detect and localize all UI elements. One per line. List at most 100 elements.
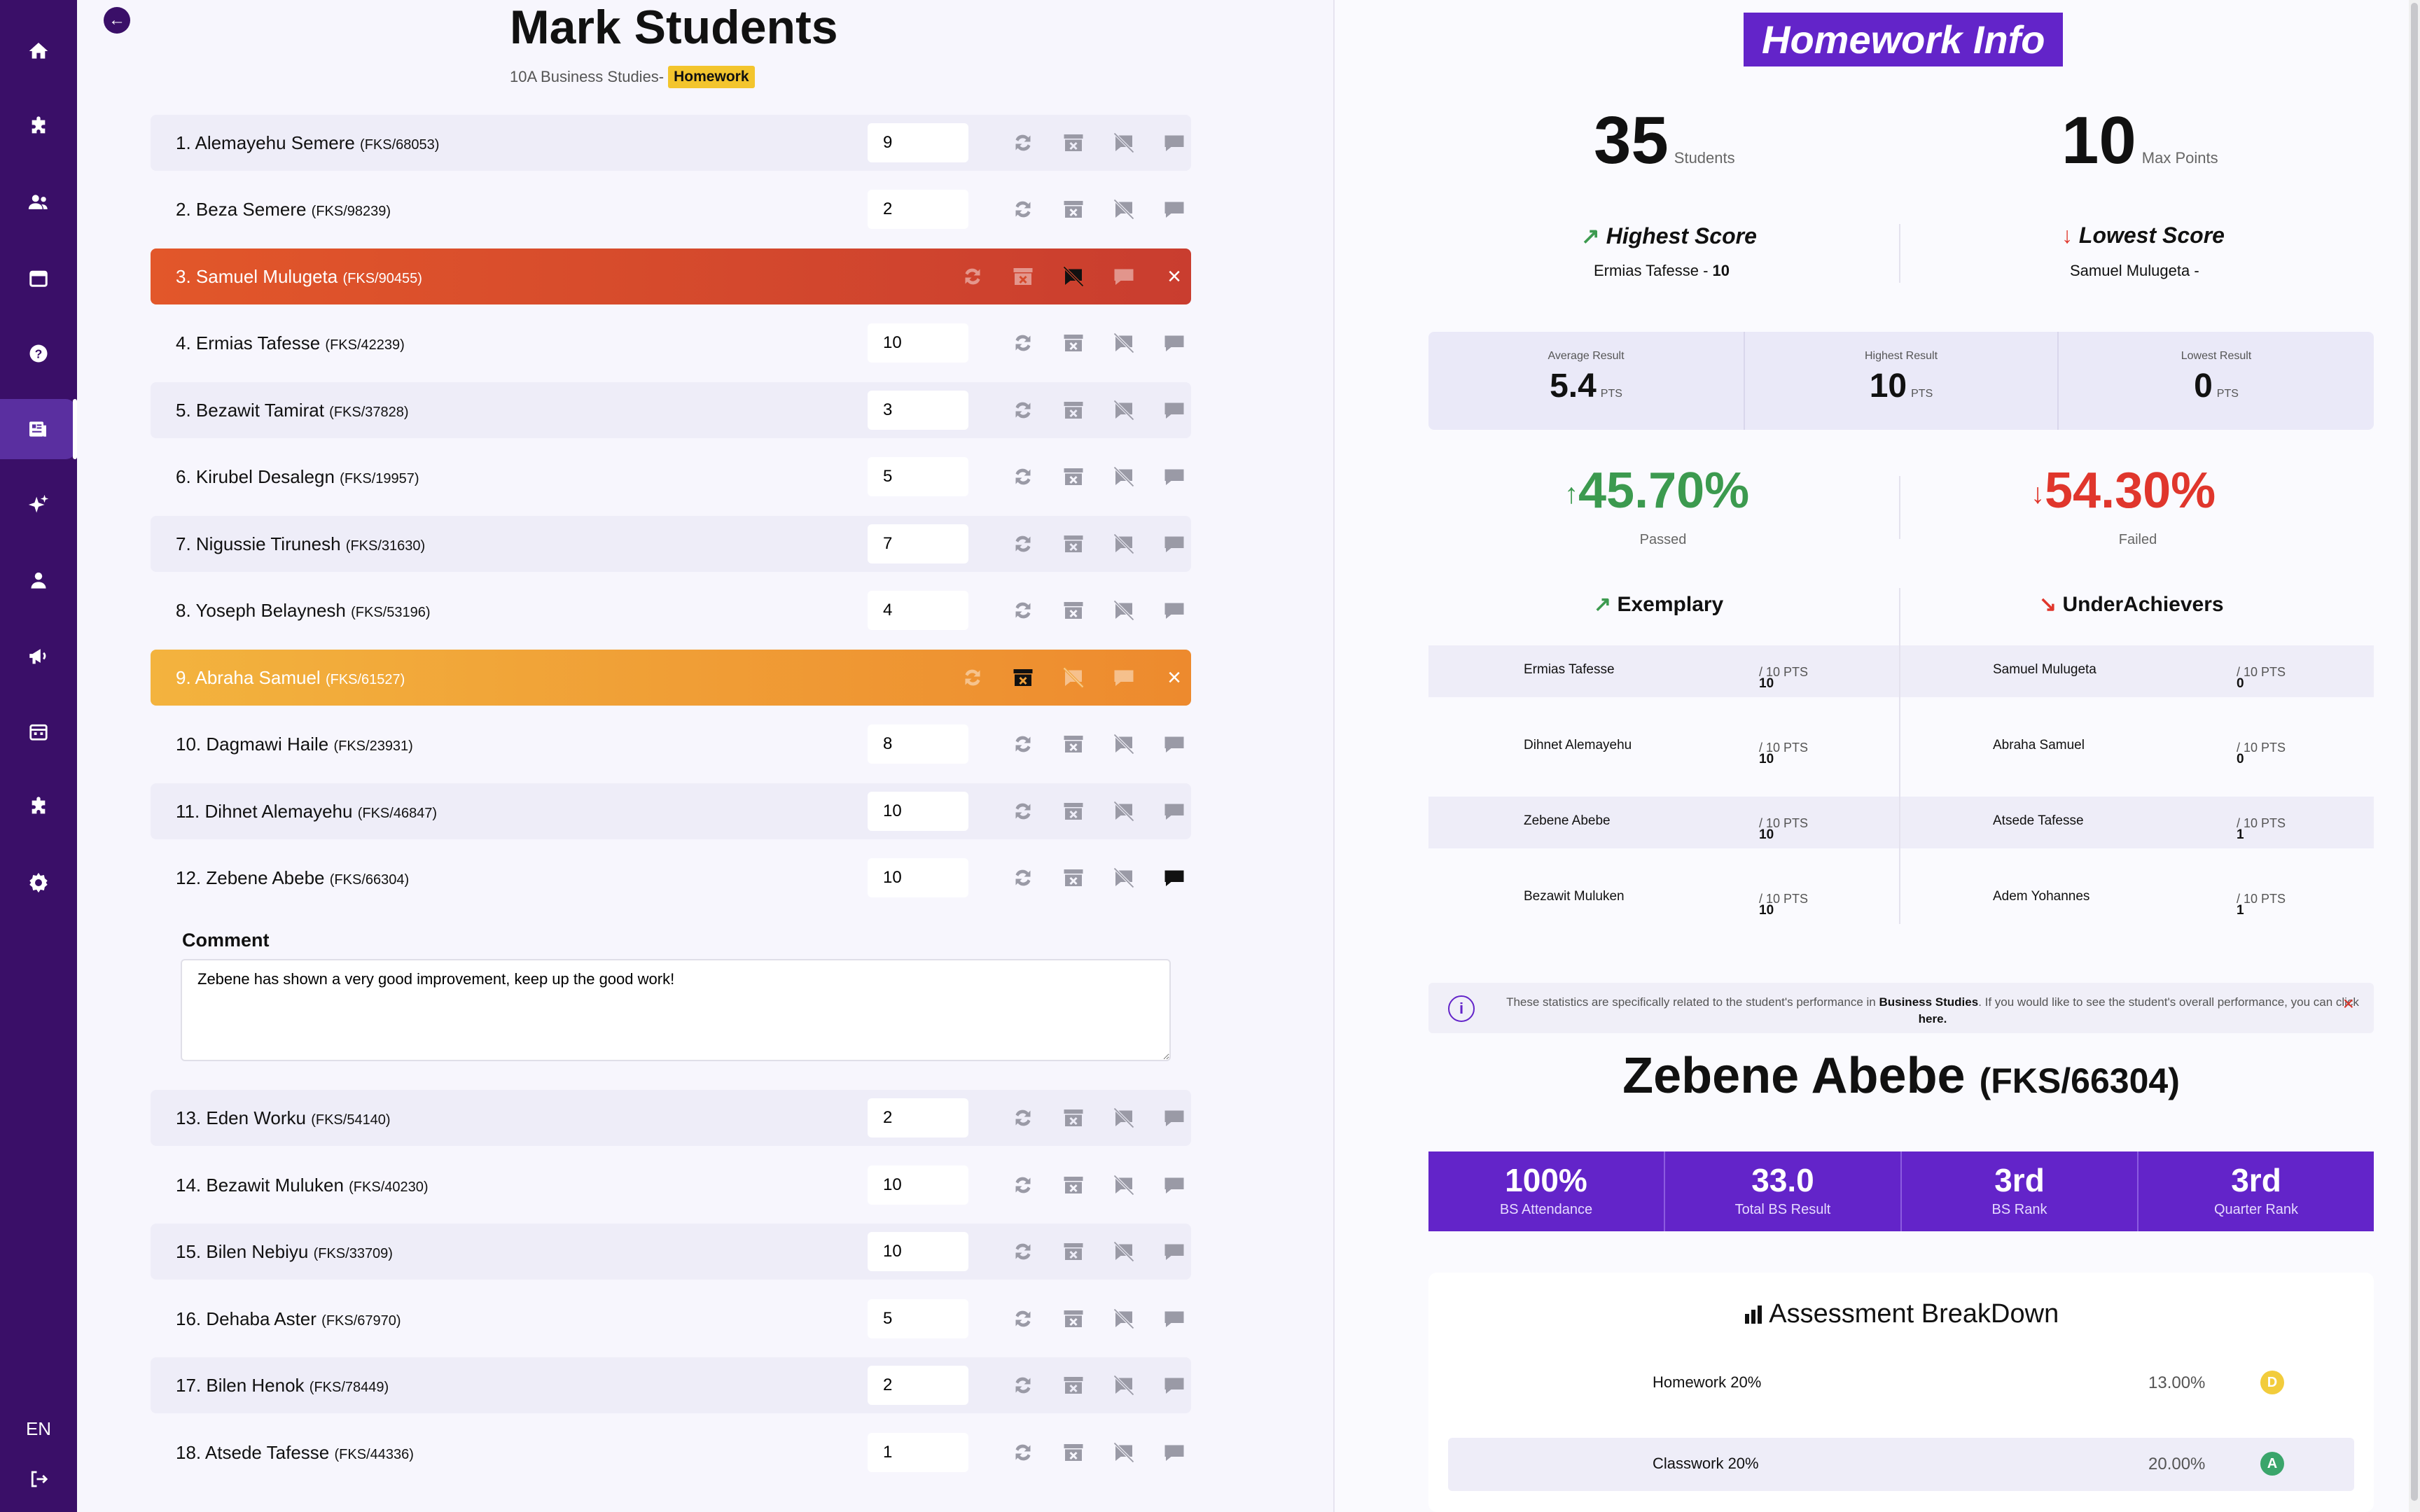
archive-x-icon[interactable] [1048,850,1099,906]
refresh-icon[interactable] [998,1424,1048,1480]
comment-off-icon[interactable] [1099,783,1149,839]
student-row[interactable]: 18. Atsede Tafesse (FKS/44336) [151,1424,1191,1480]
archive-x-icon[interactable] [1048,783,1099,839]
nav-announcements[interactable] [0,626,77,686]
student-row[interactable]: 5. Bezawit Tamirat (FKS/37828) [151,382,1191,438]
nav-puzzle[interactable] [0,97,77,157]
comment-field[interactable]: Zebene has shown a very good improvement… [181,959,1171,1061]
comment-off-icon[interactable] [1048,650,1099,706]
score-input[interactable] [868,190,968,229]
score-input[interactable] [868,858,968,897]
score-input[interactable] [868,792,968,831]
scrollbar-thumb[interactable] [2411,3,2418,1501]
back-button[interactable]: ← [104,7,130,34]
student-row[interactable]: 6. Kirubel Desalegn (FKS/19957) [151,449,1191,505]
refresh-icon[interactable] [998,181,1048,237]
logout-button[interactable] [0,1449,77,1509]
chat-icon[interactable] [1149,1157,1199,1213]
student-row[interactable]: 3. Samuel Mulugeta (FKS/90455) × [151,248,1191,304]
chat-icon[interactable] [1149,516,1199,572]
score-input[interactable] [868,524,968,564]
score-input[interactable] [868,1366,968,1405]
archive-x-icon[interactable] [1048,1424,1099,1480]
student-row[interactable]: 4. Ermias Tafesse (FKS/42239) [151,315,1191,371]
comment-off-icon[interactable] [1099,516,1149,572]
chat-icon[interactable] [1149,181,1199,237]
archive-x-icon[interactable] [1048,315,1099,371]
chat-icon[interactable] [1149,315,1199,371]
refresh-icon[interactable] [998,1090,1048,1146]
comment-off-icon[interactable] [1099,582,1149,638]
student-row[interactable]: 7. Nigussie Tirunesh (FKS/31630) [151,516,1191,572]
student-row[interactable]: 13. Eden Worku (FKS/54140) [151,1090,1191,1146]
score-input[interactable] [868,1433,968,1472]
refresh-icon[interactable] [998,716,1048,772]
archive-x-icon[interactable] [1048,449,1099,505]
refresh-icon[interactable] [998,1291,1048,1347]
archive-x-icon[interactable] [1048,115,1099,171]
student-row[interactable]: 2. Beza Semere (FKS/98239) [151,181,1191,237]
chat-icon[interactable] [1149,1224,1199,1280]
scrollbar[interactable] [2409,0,2420,1512]
refresh-icon[interactable] [947,248,998,304]
nav-calendar[interactable] [0,248,77,308]
close-notice-icon[interactable]: × [2343,993,2354,1015]
comment-off-icon[interactable] [1099,1157,1149,1213]
refresh-icon[interactable] [998,449,1048,505]
chat-icon[interactable] [1149,115,1199,171]
archive-x-icon[interactable] [1048,716,1099,772]
comment-off-icon[interactable] [1099,382,1149,438]
refresh-icon[interactable] [998,315,1048,371]
chat-icon[interactable] [1149,783,1199,839]
language-selector[interactable]: EN [0,1418,77,1440]
chat-icon[interactable] [1149,1424,1199,1480]
comment-off-icon[interactable] [1048,248,1099,304]
archive-x-icon[interactable] [1048,1291,1099,1347]
student-row[interactable]: 11. Dihnet Alemayehu (FKS/46847) [151,783,1191,839]
comment-off-icon[interactable] [1099,850,1149,906]
student-row[interactable]: 16. Dehaba Aster (FKS/67970) [151,1291,1191,1347]
archive-x-icon[interactable] [1048,1357,1099,1413]
student-row[interactable]: 9. Abraha Samuel (FKS/61527) × [151,650,1191,706]
comment-off-icon[interactable] [1099,181,1149,237]
score-input[interactable] [868,457,968,496]
archive-x-icon[interactable] [998,248,1048,304]
comment-off-icon[interactable] [1099,1357,1149,1413]
nav-profile[interactable] [0,550,77,610]
refresh-icon[interactable] [998,1224,1048,1280]
archive-x-icon[interactable] [998,650,1048,706]
comment-off-icon[interactable] [1099,315,1149,371]
archive-x-icon[interactable] [1048,382,1099,438]
chat-icon[interactable] [1149,1090,1199,1146]
score-input[interactable] [868,724,968,764]
score-input[interactable] [868,1232,968,1271]
refresh-icon[interactable] [998,516,1048,572]
comment-off-icon[interactable] [1099,716,1149,772]
archive-x-icon[interactable] [1048,1224,1099,1280]
comment-off-icon[interactable] [1099,1224,1149,1280]
student-row[interactable]: 17. Bilen Henok (FKS/78449) [151,1357,1191,1413]
chat-icon[interactable] [1099,650,1149,706]
refresh-icon[interactable] [998,1357,1048,1413]
score-input[interactable] [868,323,968,363]
chat-icon[interactable] [1149,449,1199,505]
nav-settings[interactable] [0,853,77,913]
refresh-icon[interactable] [998,850,1048,906]
archive-x-icon[interactable] [1048,582,1099,638]
overall-performance-link[interactable]: here. [1919,1012,1947,1026]
nav-help[interactable]: ? [0,323,77,384]
nav-homework[interactable] [0,399,77,459]
refresh-icon[interactable] [998,1157,1048,1213]
chat-icon[interactable] [1149,1357,1199,1413]
student-row[interactable]: 14. Bezawit Muluken (FKS/40230) [151,1157,1191,1213]
refresh-icon[interactable] [998,382,1048,438]
comment-off-icon[interactable] [1099,1090,1149,1146]
score-input[interactable] [868,1166,968,1205]
nav-users[interactable] [0,172,77,232]
student-row[interactable]: 10. Dagmawi Haile (FKS/23931) [151,716,1191,772]
chat-icon[interactable] [1149,716,1199,772]
archive-x-icon[interactable] [1048,181,1099,237]
refresh-icon[interactable] [998,783,1048,839]
student-row[interactable]: 1. Alemayehu Semere (FKS/68053) [151,115,1191,171]
comment-off-icon[interactable] [1099,115,1149,171]
